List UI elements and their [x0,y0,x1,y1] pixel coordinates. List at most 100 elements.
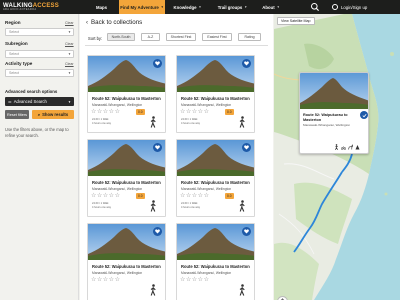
walking-access-logo[interactable]: WALKINGACCESS ARA HIKOI AOTEAROA [0,3,75,12]
reset-filters-label: Reset filters [6,112,28,117]
top-nav-bar: WALKINGACCESS ARA HIKOI AOTEAROA Maps Fi… [0,0,400,14]
map-canvas[interactable] [274,14,400,300]
star-icon[interactable]: ☆ [192,109,197,115]
heart-icon[interactable] [153,59,162,68]
route-card[interactable]: Route 52: Waipukurau to Masterton Manawat… [176,139,255,217]
star-icon[interactable]: ☆ [204,277,209,283]
nav-knowledge[interactable]: Knowledge ▼ [165,0,210,14]
subregion-clear-link[interactable]: Clear [65,42,74,46]
star-rating[interactable]: ☆ ☆ ☆ ☆ ☆ [91,277,120,283]
rating-badge: 0.0 [136,193,145,199]
star-icon[interactable]: ☆ [91,277,96,283]
route-title[interactable]: Route 52: Waipukurau to Masterton [92,264,161,269]
star-icon[interactable]: ☆ [103,193,108,199]
satellite-button-label: View Satellite Map [281,19,311,23]
star-icon[interactable]: ☆ [186,277,191,283]
route-card[interactable]: Route 52: Waipukurau to Masterton Manawat… [87,55,166,133]
route-title[interactable]: Route 52: Waipukurau to Masterton [181,264,250,269]
chevron-down-icon: ▼ [68,52,71,56]
search-icon[interactable] [310,2,320,12]
sort-easiest-button[interactable]: Easiest First [202,33,232,41]
route-card[interactable]: Route 52: Waipukurau to Masterton Manawat… [176,55,255,133]
sort-a-z-button[interactable]: A-Z [141,33,160,41]
star-icon[interactable]: ☆ [198,193,203,199]
star-icon[interactable]: ☆ [198,277,203,283]
star-icon[interactable]: ☆ [97,193,102,199]
route-card[interactable]: Route 52: Waipukurau to Masterton Manawat… [87,223,166,300]
main-nav: Maps Find My Adventure ▼ Knowledge ▼ Trail… [84,0,287,14]
star-rating[interactable]: ☆ ☆ ☆ ☆ ☆ [180,193,209,199]
route-title[interactable]: Route 52: Waipukurau to Masterton [92,180,161,185]
route-card[interactable]: Route 52: Waipukurau to Masterton Manawat… [176,223,255,300]
star-icon[interactable]: ☆ [109,109,114,115]
star-icon[interactable]: ☆ [97,277,102,283]
star-icon[interactable]: ☆ [103,277,108,283]
check-icon[interactable] [360,111,368,119]
heart-icon[interactable] [242,143,251,152]
nav-find-my-adventure[interactable]: Find My Adventure ▼ [119,0,165,14]
activity-type-select[interactable]: Select ▼ [5,69,74,77]
subregion-select[interactable]: Select ▼ [5,50,74,58]
rating-badge: 0.0 [136,109,145,115]
heart-icon[interactable] [242,59,251,68]
star-icon[interactable]: ☆ [115,193,120,199]
rating-badge: 0.0 [225,193,234,199]
back-to-collections-link[interactable]: ‹ Back to collections [86,19,142,26]
view-satellite-map-button[interactable]: View Satellite Map [277,17,315,25]
star-icon[interactable]: ☆ [204,109,209,115]
map-route-popup[interactable]: Route 52: Waipukurau to Masterton Manawa… [299,72,369,154]
nav-maps[interactable]: Maps [84,0,119,14]
sort-north-south-button[interactable]: North-South [107,33,135,41]
star-icon[interactable]: ☆ [186,109,191,115]
star-icon[interactable]: ☆ [192,193,197,199]
route-title[interactable]: Route 52: Waipukurau to Masterton [181,180,250,185]
star-icon[interactable]: ☆ [180,193,185,199]
popup-route-title[interactable]: Route 52: Waipukurau to Masterton [303,113,361,122]
star-rating[interactable]: ☆ ☆ ☆ ☆ ☆ [180,277,209,283]
star-icon[interactable]: ☆ [109,277,114,283]
search-icon: ⌕ [37,112,41,117]
nav-trail-groups[interactable]: Trail groups ▼ [210,0,255,14]
star-icon[interactable]: ☆ [115,109,120,115]
route-card[interactable]: Route 52: Waipukurau to Masterton Manawat… [87,139,166,217]
region-clear-link[interactable]: Clear [65,21,74,25]
login-signup-link[interactable]: Login/Sign up [332,2,367,12]
star-icon[interactable]: ☆ [91,109,96,115]
star-icon[interactable]: ☆ [186,193,191,199]
chevron-down-icon: ▼ [276,5,280,9]
show-results-button[interactable]: ⌕ Show results [32,110,74,119]
star-icon[interactable]: ☆ [198,109,203,115]
route-title[interactable]: Route 52: Waipukurau to Masterton [92,96,161,101]
star-icon[interactable]: ☆ [204,193,209,199]
walker-icon [150,284,156,296]
nav-knowledge-label: Knowledge [173,4,197,10]
nav-about[interactable]: About ▼ [255,0,287,14]
heart-icon[interactable] [153,143,162,152]
route-region: Manawatū-Whanganui, Wellington [181,271,232,275]
advanced-search-button[interactable]: ⚌ Advanced Search ▼ [5,97,74,106]
star-rating[interactable]: ☆ ☆ ☆ ☆ ☆ [180,109,209,115]
star-icon[interactable]: ☆ [115,277,120,283]
activity-clear-link[interactable]: Clear [65,62,74,66]
locate-me-button[interactable] [277,296,288,300]
map-view[interactable]: View Satellite Map Route 52: Waipukurau … [274,14,400,300]
star-icon[interactable]: ☆ [180,109,185,115]
star-icon[interactable]: ☆ [192,277,197,283]
sort-rating-button[interactable]: Rating [238,33,261,41]
star-icon[interactable]: ☆ [103,109,108,115]
star-icon[interactable]: ☆ [91,193,96,199]
star-icon[interactable]: ☆ [109,193,114,199]
route-duration: 4 hours one way [92,206,112,209]
heart-icon[interactable] [153,227,162,236]
login-label: Login/Sign up [341,4,368,10]
star-icon[interactable]: ☆ [180,277,185,283]
star-icon[interactable]: ☆ [97,109,102,115]
region-select[interactable]: Select ▼ [5,28,74,36]
star-rating[interactable]: ☆ ☆ ☆ ☆ ☆ [91,193,120,199]
sort-shortest-button[interactable]: Shortest First [166,33,196,41]
walker-icon [150,116,156,128]
heart-icon[interactable] [242,227,251,236]
star-rating[interactable]: ☆ ☆ ☆ ☆ ☆ [91,109,120,115]
reset-filters-button[interactable]: Reset filters [5,110,29,119]
route-title[interactable]: Route 52: Waipukurau to Masterton [181,96,250,101]
